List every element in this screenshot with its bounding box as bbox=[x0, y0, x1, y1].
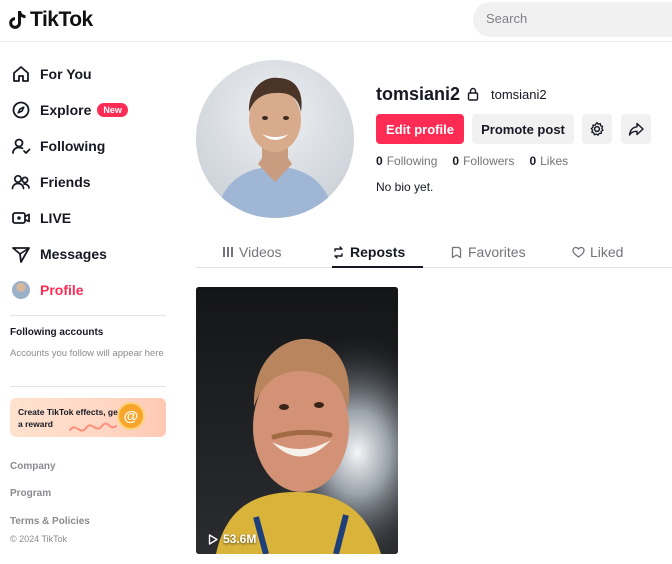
footer-link-terms[interactable]: Terms & Policies bbox=[10, 516, 90, 527]
messages-icon bbox=[10, 243, 32, 265]
new-badge: New bbox=[97, 103, 128, 117]
profile-handle: tomsiani2 bbox=[491, 87, 547, 102]
heart-icon bbox=[572, 246, 585, 258]
following-accounts-note: Accounts you follow will appear here bbox=[10, 348, 164, 359]
profile-bio: No bio yet. bbox=[376, 180, 434, 194]
sidebar: For You Explore New Following Friends LI… bbox=[0, 43, 180, 564]
profile-photo bbox=[196, 60, 354, 218]
video-thumbnail[interactable]: 53.6M bbox=[196, 287, 398, 554]
promote-post-button[interactable]: Promote post bbox=[472, 114, 574, 144]
sidebar-divider bbox=[10, 386, 166, 387]
tab-label: Reposts bbox=[350, 244, 406, 260]
stat-label: Likes bbox=[540, 154, 569, 168]
profile-stats: 0 Following 0 Followers 0 Likes bbox=[376, 154, 568, 168]
settings-button[interactable] bbox=[582, 114, 612, 144]
stat-following[interactable]: 0 Following bbox=[376, 154, 437, 168]
sidebar-item-explore[interactable]: Explore New bbox=[10, 96, 170, 124]
search-bar[interactable] bbox=[473, 2, 672, 37]
create-effects-banner[interactable]: Create TikTok effects, get a reward @ bbox=[10, 398, 166, 437]
repost-icon bbox=[334, 245, 343, 259]
play-icon bbox=[208, 533, 218, 545]
stat-label: Following bbox=[386, 154, 438, 168]
copyright-text: © 2024 TikTok bbox=[10, 534, 68, 544]
tiktok-logo-icon bbox=[9, 11, 26, 29]
view-count-text: 53.6M bbox=[223, 532, 257, 546]
tab-label: Liked bbox=[590, 244, 624, 260]
sidebar-item-friends[interactable]: Friends bbox=[10, 168, 170, 196]
sidebar-item-messages[interactable]: Messages bbox=[10, 240, 170, 268]
stat-label: Followers bbox=[463, 154, 515, 168]
stat-count: 0 bbox=[376, 154, 383, 168]
tab-liked[interactable]: Liked bbox=[572, 242, 623, 262]
profile-tabs: Videos Reposts Favorites Liked bbox=[196, 236, 672, 268]
grid-icon bbox=[223, 247, 233, 257]
sidebar-item-following[interactable]: Following bbox=[10, 132, 170, 160]
sidebar-item-label: For You bbox=[40, 66, 92, 82]
top-header: TikTok bbox=[0, 0, 672, 42]
friends-icon bbox=[10, 171, 32, 193]
active-tab-indicator bbox=[332, 266, 423, 268]
stat-followers[interactable]: 0 Followers bbox=[452, 154, 514, 168]
compass-icon bbox=[10, 99, 32, 121]
sidebar-item-label: Messages bbox=[40, 246, 107, 262]
tab-reposts[interactable]: Reposts bbox=[332, 242, 405, 262]
tab-label: Favorites bbox=[468, 244, 526, 260]
effects-banner-text: Create TikTok effects, get a reward bbox=[18, 407, 121, 429]
home-icon bbox=[10, 63, 32, 85]
avatar bbox=[12, 281, 30, 299]
following-icon bbox=[10, 135, 32, 157]
share-button[interactable] bbox=[621, 114, 651, 144]
video-thumbnail-image bbox=[196, 287, 398, 554]
sidebar-item-for-you[interactable]: For You bbox=[10, 60, 170, 88]
sidebar-item-profile[interactable]: Profile bbox=[10, 276, 170, 304]
gear-icon bbox=[590, 121, 604, 136]
sidebar-item-label: Friends bbox=[40, 174, 91, 190]
tab-favorites[interactable]: Favorites bbox=[450, 242, 526, 262]
stat-count: 0 bbox=[529, 154, 537, 168]
live-icon bbox=[10, 207, 32, 229]
tab-videos[interactable]: Videos bbox=[222, 242, 282, 262]
sidebar-item-live[interactable]: LIVE bbox=[10, 204, 170, 232]
bookmark-icon bbox=[451, 246, 462, 258]
footer-link-company[interactable]: Company bbox=[10, 461, 56, 472]
video-view-count: 53.6M bbox=[208, 532, 256, 546]
sidebar-item-label: LIVE bbox=[40, 210, 72, 226]
share-icon bbox=[628, 122, 644, 136]
tab-label: Videos bbox=[239, 244, 282, 260]
sidebar-item-label: Explore bbox=[40, 102, 92, 118]
stat-likes: 0 Likes bbox=[529, 154, 568, 168]
tiktok-logo[interactable]: TikTok bbox=[9, 8, 93, 32]
following-accounts-heading: Following accounts bbox=[10, 327, 104, 338]
search-input[interactable] bbox=[486, 11, 666, 26]
logo-text: TikTok bbox=[30, 8, 93, 31]
sidebar-item-label: Profile bbox=[40, 282, 84, 298]
sidebar-divider bbox=[10, 315, 166, 316]
profile-username: tomsiani2 bbox=[376, 84, 461, 104]
effects-coin-icon: @ bbox=[117, 402, 145, 430]
lock-icon bbox=[467, 87, 479, 101]
stat-count: 0 bbox=[452, 154, 460, 168]
footer-link-program[interactable]: Program bbox=[10, 488, 51, 499]
sidebar-item-label: Following bbox=[40, 138, 106, 154]
profile-avatar[interactable] bbox=[196, 60, 354, 218]
avatar-icon bbox=[10, 279, 32, 301]
edit-profile-button[interactable]: Edit profile bbox=[376, 114, 464, 144]
